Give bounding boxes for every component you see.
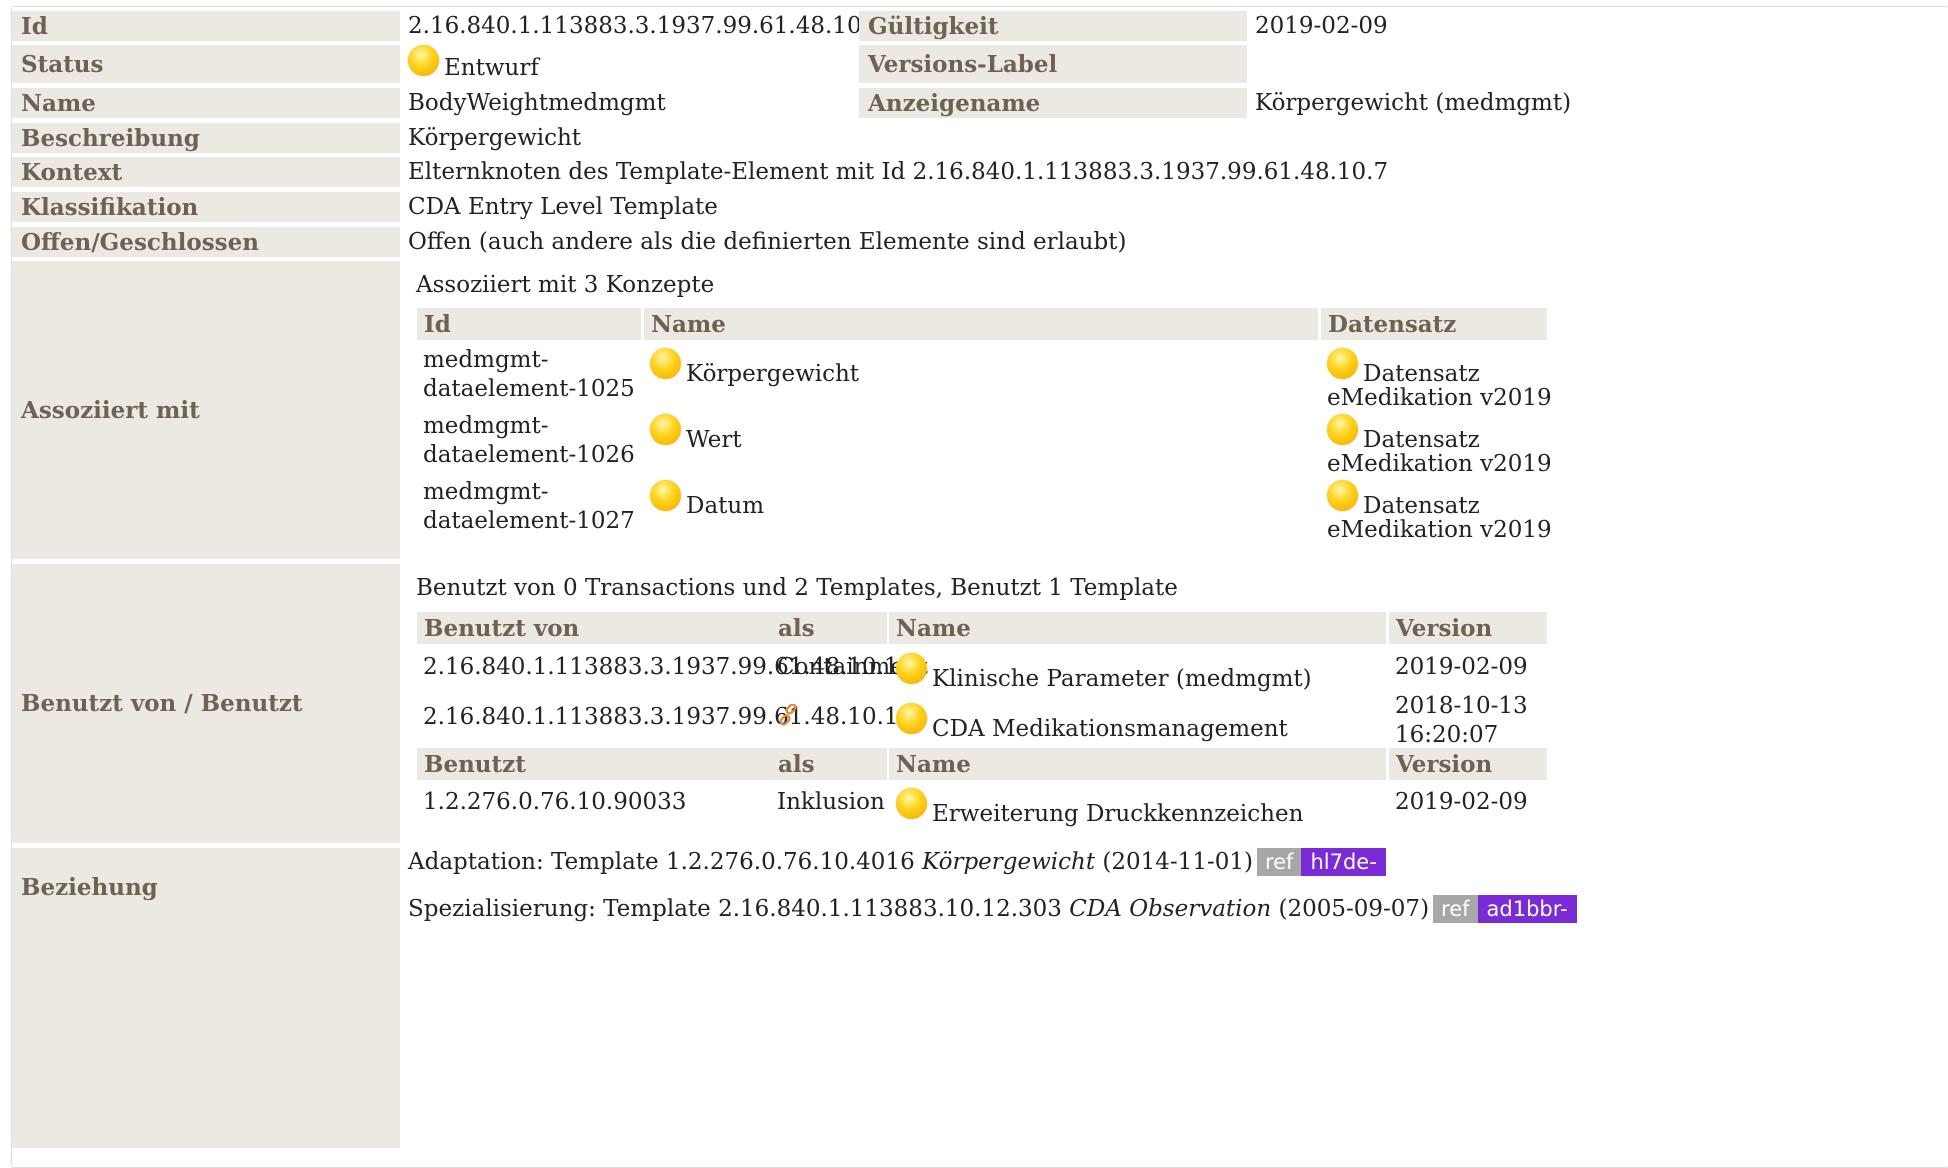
- beschreibung-label: Beschreibung: [12, 123, 400, 153]
- klassifikation-label: Klassifikation: [12, 192, 400, 222]
- concept-row-datensatz[interactable]: Datensatz eMedikation v2019: [1327, 414, 1552, 479]
- usedby-row-version: 2019-02-09: [1395, 654, 1528, 680]
- usedby-header-version: Version: [1389, 612, 1547, 644]
- repository-tag[interactable]: ref hl7de-: [1256, 848, 1386, 876]
- name-label: Name: [12, 88, 400, 118]
- uses-header-name: Name: [889, 748, 1386, 780]
- concept-row-id: medmgmt-dataelement-1026: [423, 413, 635, 468]
- concept-row-id: medmgmt-dataelement-1025: [423, 347, 635, 402]
- concept-status-icon: [650, 480, 681, 511]
- relationship-adaptation[interactable]: Adaptation: Template 1.2.276.0.76.10.401…: [408, 847, 1386, 877]
- concept-row-name[interactable]: Körpergewicht: [650, 348, 859, 387]
- uses-row-name[interactable]: Erweiterung Druckkennzeichen: [896, 788, 1303, 827]
- benutzt-label: Benutzt von / Benutzt: [12, 564, 400, 843]
- status-value: Entwurf: [408, 44, 539, 83]
- repository-tag[interactable]: ref ad1bbr-: [1433, 895, 1577, 923]
- benutzt-caption: Benutzt von 0 Transactions und 2 Templat…: [416, 575, 1178, 601]
- id-label: Id: [12, 11, 400, 41]
- name-value: BodyWeightmedmgmt: [408, 90, 666, 116]
- uses-row-version: 2019-02-09: [1395, 789, 1528, 815]
- beziehung-label: Beziehung: [12, 848, 400, 1148]
- usedby-row-name[interactable]: Klinische Parameter (medmgmt): [896, 653, 1312, 692]
- uses-row-als: Inklusion: [777, 789, 885, 815]
- concept-header-datensatz: Datensatz: [1321, 308, 1547, 340]
- uses-header-version: Version: [1389, 748, 1547, 780]
- offen-value: Offen (auch andere als die definierten E…: [408, 229, 1127, 255]
- assoziiert-caption: Assoziiert mit 3 Konzepte: [416, 272, 715, 298]
- concept-header-id: Id: [417, 308, 641, 340]
- concept-row-datensatz[interactable]: Datensatz eMedikation v2019: [1327, 348, 1552, 413]
- kontext-label: Kontext: [12, 157, 400, 187]
- concept-row-name[interactable]: Datum: [650, 480, 764, 519]
- status-label: Status: [12, 45, 400, 83]
- gueltigkeit-value: 2019-02-09: [1255, 13, 1388, 39]
- uses-row-id[interactable]: 1.2.276.0.76.10.90033: [423, 788, 686, 817]
- assoziiert-label: Assoziiert mit: [12, 261, 400, 559]
- status-draft-icon: [408, 44, 439, 76]
- usedby-row-name[interactable]: CDA Medikationsmanagement: [896, 703, 1288, 742]
- id-value: 2.16.840.1.113883.3.1937.99.61.48.10.7: [408, 13, 884, 39]
- usedby-row-id[interactable]: 2.16.840.1.113883.3.1937.99.61.48.10.1: [423, 703, 899, 732]
- dataset-status-icon: [1327, 348, 1358, 379]
- concept-row-datensatz[interactable]: Datensatz eMedikation v2019: [1327, 480, 1552, 545]
- usedby-row-version: 2018-10-13 16:20:07: [1395, 693, 1528, 748]
- usedby-header-id: Benutzt von: [417, 612, 771, 644]
- dataset-status-icon: [1327, 414, 1358, 445]
- offen-label: Offen/Geschlossen: [12, 227, 400, 257]
- gueltigkeit-label: Gültigkeit: [859, 11, 1247, 41]
- template-status-icon: [896, 703, 927, 734]
- dataset-status-icon: [1327, 480, 1358, 511]
- template-status-icon: [896, 653, 927, 684]
- usedby-row-als[interactable]: [777, 703, 799, 732]
- klassifikation-value: CDA Entry Level Template: [408, 194, 718, 220]
- anzeigename-value: Körpergewicht (medmgmt): [1255, 90, 1572, 116]
- relationship-specialization[interactable]: Spezialisierung: Template 2.16.840.1.113…: [408, 894, 1577, 924]
- beschreibung-value: Körpergewicht: [408, 125, 582, 151]
- concept-row-id: medmgmt-dataelement-1027: [423, 479, 635, 534]
- link-icon[interactable]: [777, 703, 799, 726]
- concept-header-name: Name: [644, 308, 1318, 340]
- template-status-icon: [896, 788, 927, 819]
- uses-header-id: Benutzt: [417, 748, 771, 780]
- concept-row-name[interactable]: Wert: [650, 414, 742, 453]
- versions-label-label: Versions-Label: [859, 45, 1247, 83]
- concept-status-icon: [650, 414, 681, 445]
- uses-header-als: als: [771, 748, 887, 780]
- concept-status-icon: [650, 348, 681, 379]
- usedby-header-als: als: [771, 612, 887, 644]
- kontext-value: Elternknoten des Template-Element mit Id…: [408, 159, 1389, 185]
- usedby-header-name: Name: [889, 612, 1386, 644]
- anzeigename-label: Anzeigename: [859, 88, 1247, 118]
